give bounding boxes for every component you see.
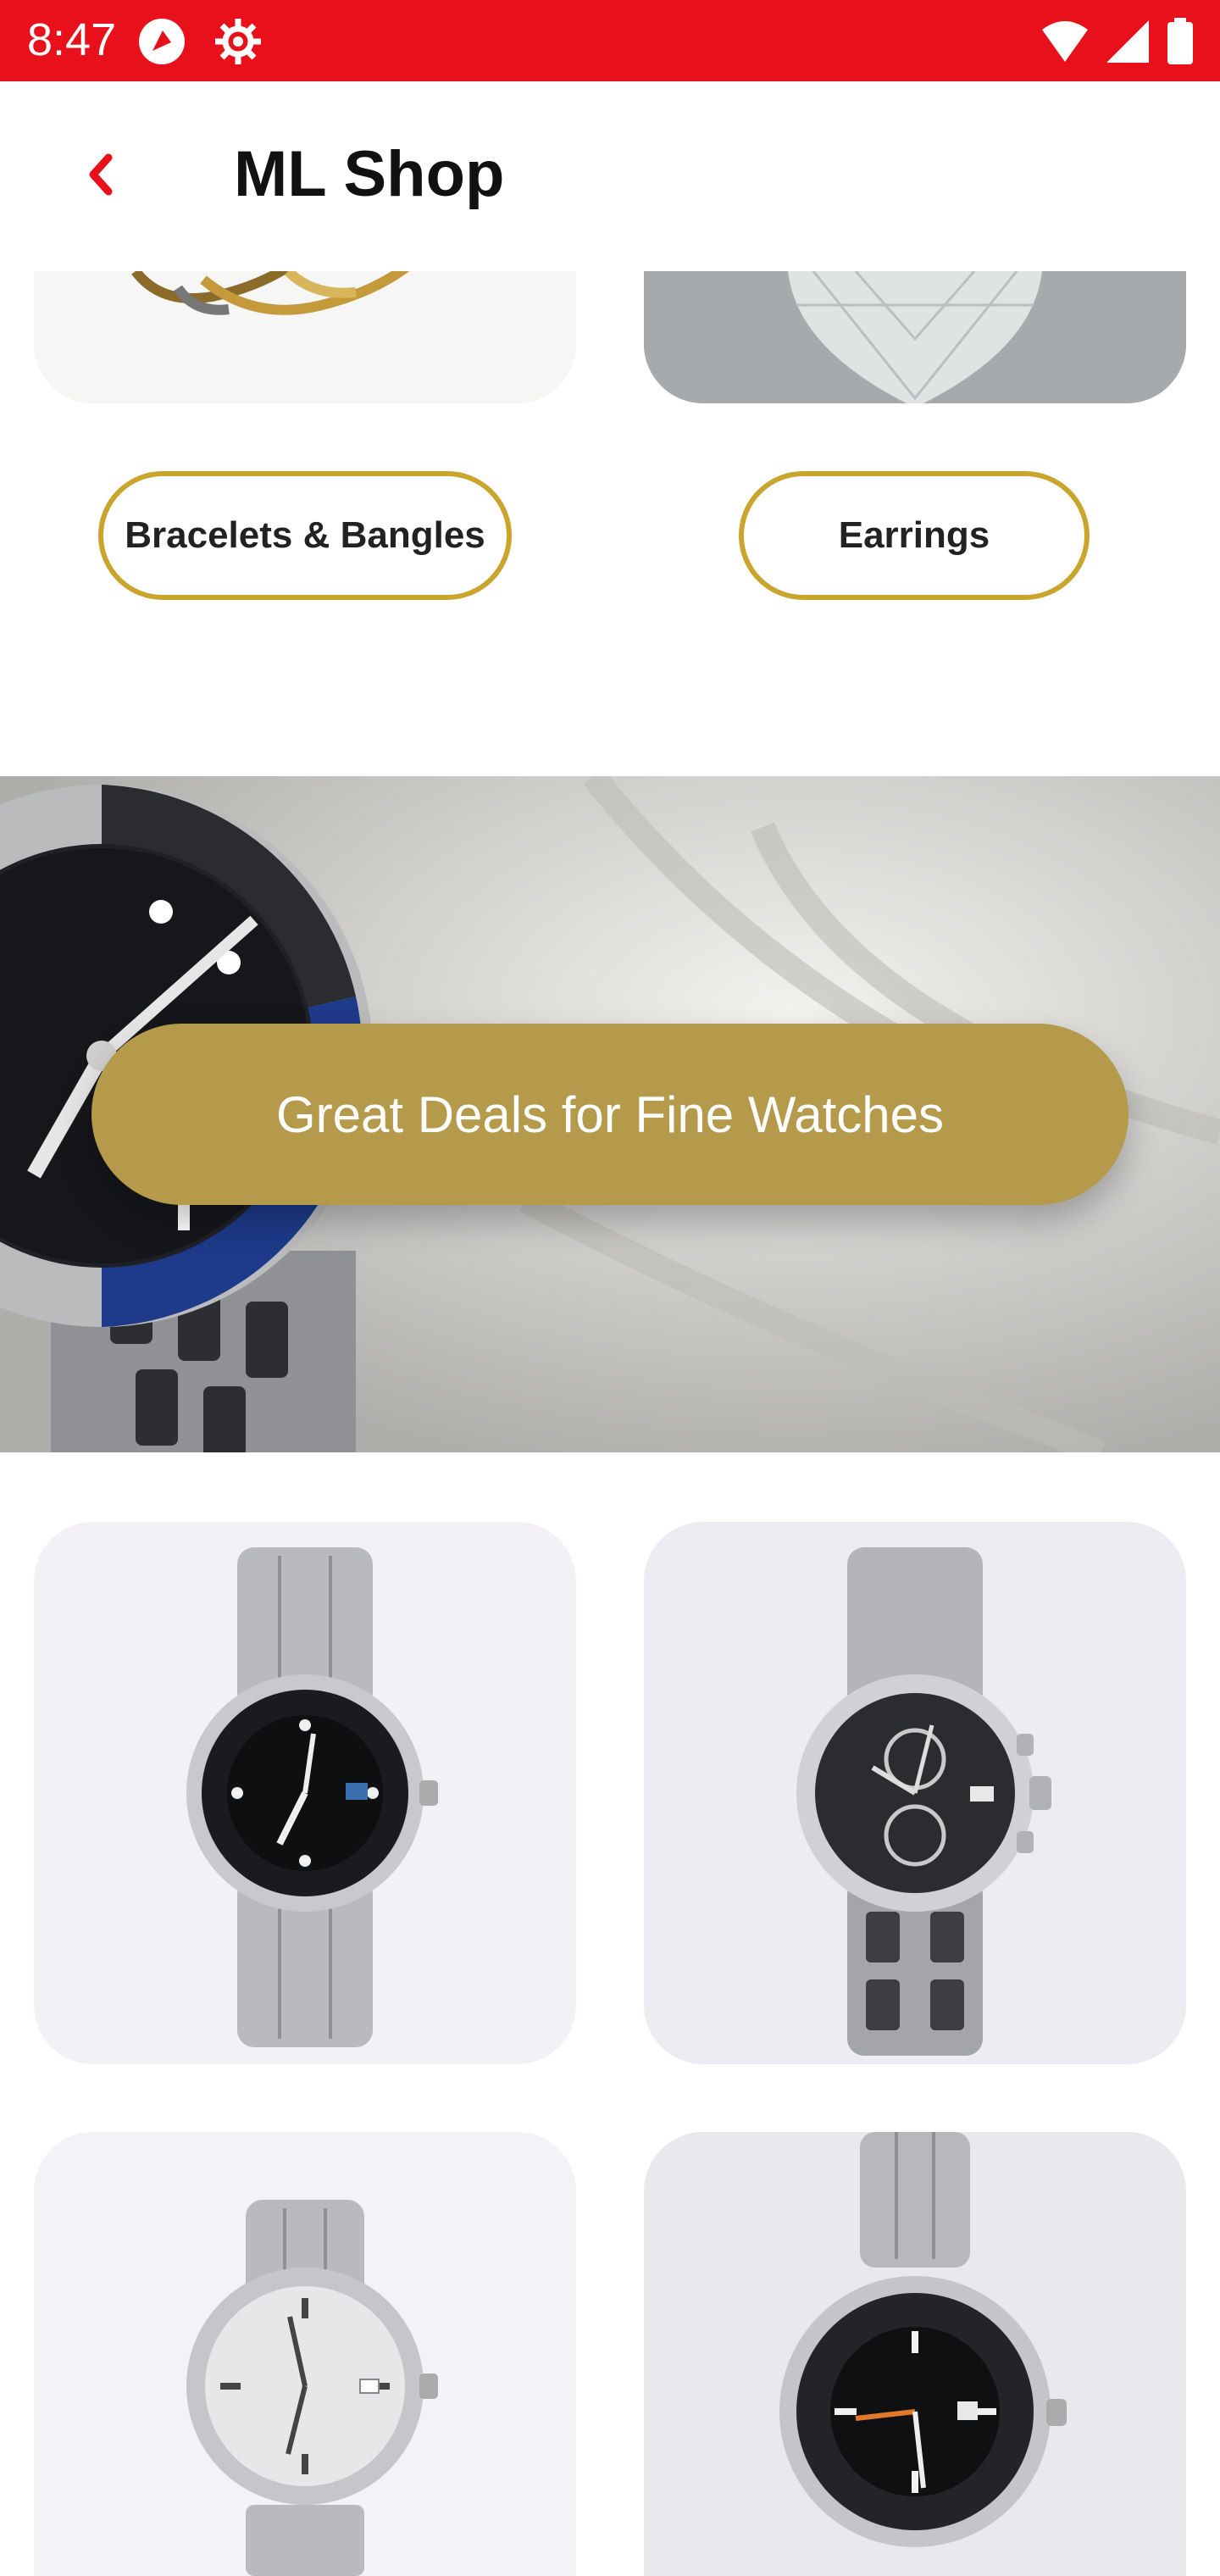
status-time: 8:47 (27, 14, 117, 65)
battery-icon (1167, 18, 1193, 64)
watch-icon (34, 2132, 576, 2576)
watch-icon (644, 2132, 1186, 2576)
watch-icon (644, 1522, 1186, 2064)
product-card[interactable] (34, 1522, 576, 2064)
banner-cta-label: Great Deals for Fine Watches (275, 1085, 945, 1143)
category-earrings-button[interactable]: Earrings (739, 471, 1090, 600)
back-button[interactable] (71, 141, 130, 208)
status-bar: 8:47 (0, 0, 1220, 81)
page-title: ML Shop (234, 138, 505, 210)
category-label: Earrings (838, 514, 990, 556)
product-card[interactable] (644, 1522, 1186, 2064)
signal-icon (1106, 20, 1149, 63)
bracelet-image (34, 271, 576, 403)
app-notification-icon (139, 19, 185, 64)
product-card[interactable] (644, 2132, 1186, 2576)
watch-icon (34, 1522, 576, 2064)
diamond-image (644, 271, 1186, 403)
chevron-left-icon (89, 153, 113, 196)
category-image-earrings[interactable] (644, 271, 1186, 403)
category-label: Bracelets & Bangles (125, 514, 485, 556)
settings-gear-icon (215, 19, 261, 64)
app-bar: ML Shop (0, 81, 1220, 271)
product-card[interactable] (34, 2132, 576, 2576)
category-bracelets-bangles-button[interactable]: Bracelets & Bangles (98, 471, 512, 600)
great-deals-watches-button[interactable]: Great Deals for Fine Watches (92, 1024, 1128, 1205)
category-image-bracelets[interactable] (34, 271, 576, 403)
wifi-icon (1042, 21, 1088, 62)
